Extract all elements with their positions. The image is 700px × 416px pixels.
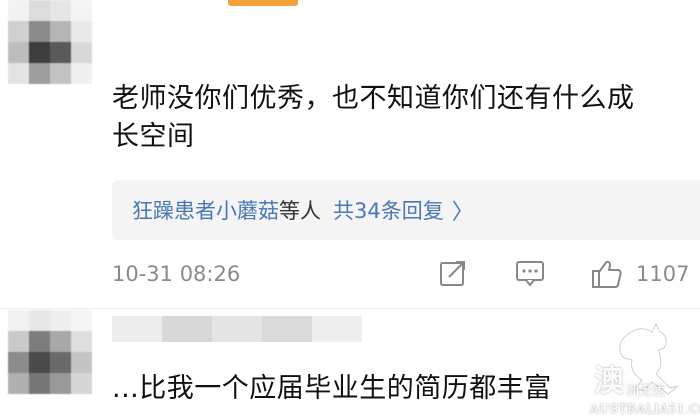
- reply-suffix: 等人: [279, 199, 321, 223]
- comment-timestamp: 10-31 08:26: [112, 262, 241, 286]
- watermark: 澳 洲无忧 AUSTRALIA51.COM: [582, 310, 700, 416]
- comment-body: ...比我一个应届毕业生的简历都丰富: [112, 370, 552, 408]
- comment-text-line: 长空间: [112, 121, 195, 152]
- reply-user-link[interactable]: 狂躁患者小蘑菇: [132, 195, 279, 225]
- like-count: 1107: [636, 262, 690, 286]
- watermark-tag: 洲无忧: [626, 384, 666, 399]
- comment-text-line: 老师没你们优秀，也不知道你们还有什么成: [112, 83, 635, 114]
- chevron-right-icon: 〉: [451, 200, 474, 225]
- repost-icon[interactable]: [438, 258, 468, 292]
- comment-body: 老师没你们优秀，也不知道你们还有什么成 长空间: [112, 80, 635, 156]
- comment-divider: [0, 308, 700, 309]
- reply-total[interactable]: 共34条回复: [333, 195, 444, 225]
- comment-thread: 老师没你们优秀，也不知道你们还有什么成 长空间 狂躁患者小蘑菇 等人 共34条回…: [0, 0, 700, 416]
- tab-indicator: [228, 0, 298, 6]
- comment-actions: 10-31 08:26 1107: [112, 258, 700, 294]
- comment-icon[interactable]: [514, 258, 546, 292]
- watermark-site: AUSTRALIA51.COM: [590, 402, 700, 416]
- like-icon[interactable]: [590, 258, 624, 294]
- watermark-char: 澳: [594, 364, 624, 399]
- comment-text-line: ...比我一个应届毕业生的简历都丰富: [112, 373, 552, 404]
- avatar[interactable]: [8, 0, 92, 84]
- avatar[interactable]: [8, 310, 92, 394]
- replies-preview-button[interactable]: 狂躁患者小蘑菇 等人 共34条回复 〉: [112, 180, 700, 240]
- username-pixelated: [112, 316, 362, 342]
